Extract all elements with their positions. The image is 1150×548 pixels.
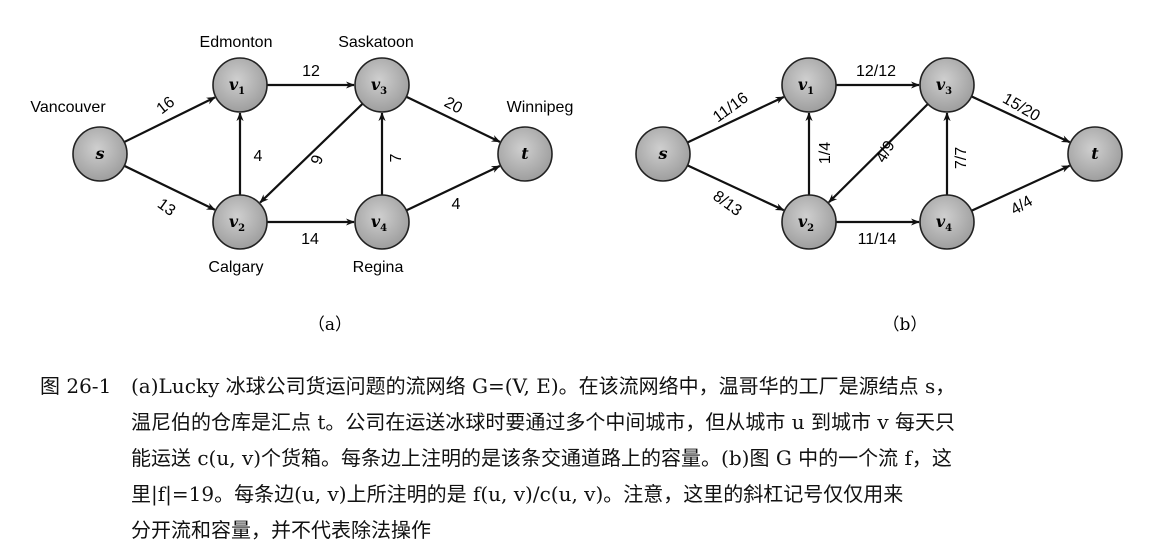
- a-node-t: t: [497, 126, 553, 182]
- a-edge-label-v3-t: 20: [441, 94, 465, 117]
- caption-line-5: 分开流和容量，并不代表除法操作: [131, 518, 431, 542]
- city-label-t: Winnipeg: [507, 99, 574, 116]
- b-edge-label-v4-t: 4/4: [1008, 193, 1036, 219]
- b-edge-label-s-v1: 11/16: [710, 89, 752, 126]
- b-edge-label-v2-v1: 1/4: [817, 142, 834, 164]
- caption-line-4: 里|f|=19。每条边(u, v)上所注明的是 f(u, v)/c(u, v)。…: [131, 482, 904, 506]
- a-edge-label-v2-v1: 4: [254, 148, 263, 165]
- a-node-s: s: [72, 126, 128, 182]
- a-node-v2: v2: [212, 194, 268, 250]
- a-edge-label-v4-t: 4: [452, 196, 461, 213]
- a-edge-label-v2-v4: 14: [301, 231, 319, 248]
- b-node-circle-v4: [919, 194, 975, 250]
- city-label-v1: Edmonton: [200, 34, 273, 51]
- caption-text: (a)Lucky 冰球公司货运问题的流网络 G=(V, E)。在该流网络中，温哥…: [131, 368, 1131, 548]
- a-edge-label-v4-v3: 7: [388, 153, 405, 162]
- a-edge-label-s-v1: 16: [154, 94, 179, 118]
- b-edge-label-s-v2: 8/13: [710, 188, 745, 220]
- caption-line-2: 温尼伯的仓库是汇点 t。公司在运送冰球时要通过多个中间城市，但从城市 u 到城市…: [131, 410, 956, 434]
- a-edge-label-v1-v3: 12: [302, 63, 320, 80]
- b-edge-label-v2-v4: 11/14: [858, 231, 897, 248]
- b-edge-label-v4-v3: 7/7: [953, 147, 970, 169]
- flow-network-diagram: 16 13 4 12 9 14 7 20 4 s v1 v2 v3 v4 t Vancouver Edmon…: [30, 34, 1123, 335]
- a-node-circle-v4: [354, 194, 410, 250]
- b-node-circle-v1: [781, 57, 837, 113]
- a-node-v3: v3: [354, 57, 410, 113]
- b-node-s: s: [635, 126, 691, 182]
- caption-line-1: (a)Lucky 冰球公司货运问题的流网络 G=(V, E)。在该流网络中，温哥…: [131, 374, 956, 398]
- city-label-s: Vancouver: [30, 99, 106, 116]
- b-node-label-s: s: [657, 144, 667, 163]
- a-node-circle-v2: [212, 194, 268, 250]
- panel-a-flow-network: 16 13 4 12 9 14 7 20 4 s v1 v2 v3 v4 t Vancouver Edmon…: [30, 34, 573, 335]
- panel-b-flow: 11/168/131/412/124/911/147/715/204/4 sv1…: [635, 57, 1123, 335]
- panel-b-label: （b）: [883, 315, 928, 335]
- a-node-label-s: s: [94, 144, 104, 163]
- a-edge-label-s-v2: 13: [154, 196, 178, 220]
- b-node-t: t: [1067, 126, 1123, 182]
- b-node-v3: v3: [919, 57, 975, 113]
- b-node-v2: v2: [781, 194, 837, 250]
- panel-a-label: （a）: [308, 315, 352, 335]
- b-node-label-t: t: [1091, 144, 1099, 163]
- b-node-v4: v4: [919, 194, 975, 250]
- a-node-v1: v1: [212, 57, 268, 113]
- a-node-circle-v3: [354, 57, 410, 113]
- a-node-circle-v1: [212, 57, 268, 113]
- b-edge-label-v1-v3: 12/12: [856, 63, 896, 80]
- a-node-v4: v4: [354, 194, 410, 250]
- caption-line-3: 能运送 c(u, v)个货箱。每条边上注明的是该条交通道路上的容量。(b)图 G…: [131, 446, 952, 470]
- city-label-v3: Saskatoon: [338, 34, 414, 51]
- b-edge-label-v3-v2: 4/9: [873, 138, 899, 166]
- city-label-v2: Calgary: [208, 259, 263, 276]
- a-edge-label-v3-v2: 9: [308, 153, 327, 167]
- caption-number: 图 26-1: [40, 374, 112, 398]
- b-node-v1: v1: [781, 57, 837, 113]
- city-label-v4: Regina: [353, 259, 404, 276]
- a-edge-v3-v2: [259, 102, 364, 204]
- b-node-circle-v2: [781, 194, 837, 250]
- b-node-circle-v3: [919, 57, 975, 113]
- a-node-label-t: t: [521, 144, 529, 163]
